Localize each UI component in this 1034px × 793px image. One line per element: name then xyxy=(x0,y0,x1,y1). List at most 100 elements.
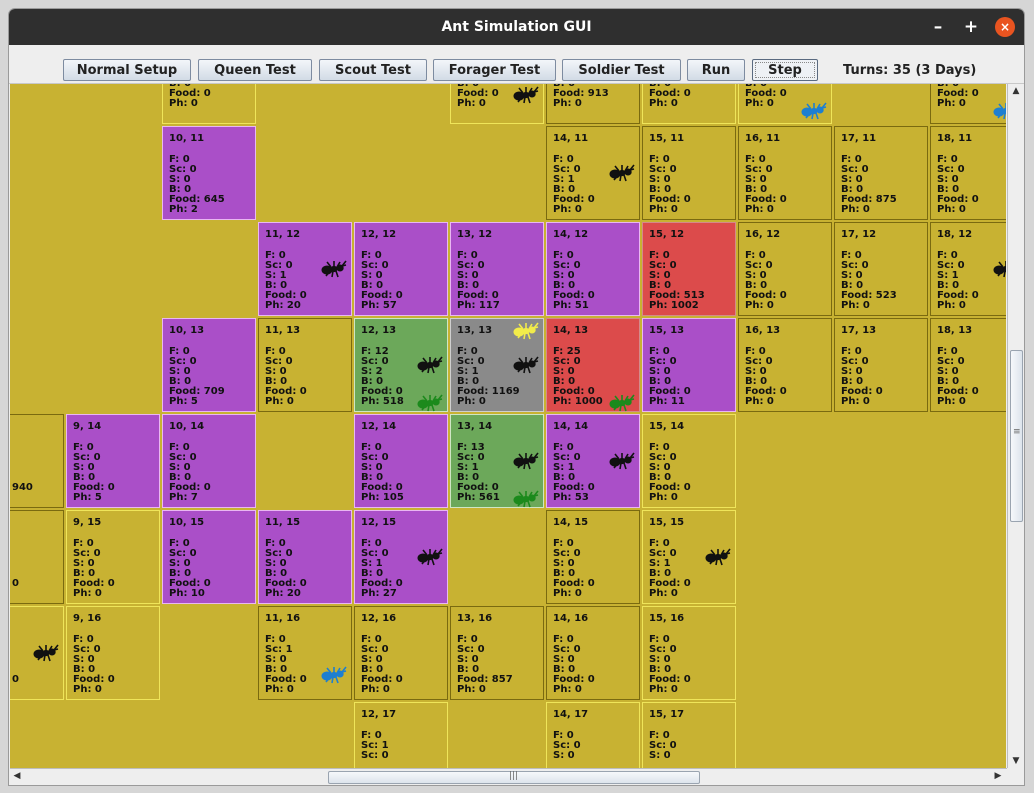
grid-cell[interactable]: 13, 13 F: 0 Sc: 0 S: 1 B: 0 Food: 1169 Ph… xyxy=(450,318,544,412)
scroll-down-icon[interactable]: ▼ xyxy=(1009,754,1023,768)
grid-cell[interactable]: 14, 15 F: 0 Sc: 0 S: 0 B: 0 Food: 0 Ph: 0 xyxy=(546,510,640,604)
grid-cell[interactable]: 14, 14 F: 0 Sc: 0 S: 1 B: 0 Food: 0 Ph: 5… xyxy=(546,414,640,508)
grid-cell[interactable]: 11, 16 F: 0 Sc: 1 S: 0 B: 0 Food: 0 Ph: 0 xyxy=(258,606,352,700)
grid-cell[interactable]: 13, 16 F: 0 Sc: 0 S: 0 B: 0 Food: 857 Ph:… xyxy=(450,606,544,700)
cell-stats: 0 xyxy=(12,578,19,589)
grid-cell[interactable]: 15, 14 F: 0 Sc: 0 S: 0 B: 0 Food: 0 Ph: 0 xyxy=(642,414,736,508)
grid-cell[interactable]: 15, 15 F: 0 Sc: 0 S: 1 B: 0 Food: 0 Ph: 0 xyxy=(642,510,736,604)
cell-coordinates: 14, 12 xyxy=(553,229,589,240)
grid-cell[interactable]: 16, 13 F: 0 Sc: 0 S: 0 B: 0 Food: 0 Ph: 0 xyxy=(738,318,832,412)
soldier-ant-icon xyxy=(417,547,443,567)
grid-cell[interactable]: 11, 12 F: 0 Sc: 0 S: 1 B: 0 Food: 0 Ph: 2… xyxy=(258,222,352,316)
cell-coordinates: 12, 15 xyxy=(361,517,397,528)
grid-cell[interactable]: 14, 17 F: 0 Sc: 0 S: 0 xyxy=(546,702,640,768)
soldier-ant-icon xyxy=(513,85,539,105)
grid-cell[interactable]: 12, 17 F: 0 Sc: 1 Sc: 0 xyxy=(354,702,448,768)
grid-cell[interactable]: 15, 12 F: 0 Sc: 0 S: 0 B: 0 Food: 513 Ph:… xyxy=(642,222,736,316)
scout-test-button[interactable]: Scout Test xyxy=(319,59,427,81)
grid-cell[interactable]: 10, 11 F: 0 Sc: 0 S: 0 B: 0 Food: 645 Ph:… xyxy=(162,126,256,220)
cell-stats: F: 0 Sc: 0 S: 0 B: 0 Food: 0 Ph: 105 xyxy=(361,442,404,503)
grid-cell[interactable]: 18, 12 F: 0 Sc: 0 S: 1 B: 0 Food: 0 Ph: 0 xyxy=(930,222,1006,316)
grid-cell[interactable]: Sc: 1 S: 0 B: 0 Food: 0 Ph: 0 xyxy=(930,84,1006,124)
grid-cell[interactable]: 12, 16 F: 0 Sc: 0 S: 0 B: 0 Food: 0 Ph: 0 xyxy=(354,606,448,700)
normal-setup-button[interactable]: Normal Setup xyxy=(63,59,191,81)
cell-stats: Sc: 0 S: 0 B: 0 Food: 913 Ph: 0 xyxy=(553,84,609,109)
grid-cell[interactable]: 12, 14 F: 0 Sc: 0 S: 0 B: 0 Food: 0 Ph: 1… xyxy=(354,414,448,508)
queen-ant-icon xyxy=(513,321,539,341)
grid-cell[interactable]: 13, 14 F: 13 Sc: 0 S: 1 B: 0 Food: 0 Ph: … xyxy=(450,414,544,508)
grid-cell[interactable]: 15, 11 F: 0 Sc: 0 S: 0 B: 0 Food: 0 Ph: 0 xyxy=(642,126,736,220)
cell-coordinates: 17, 11 xyxy=(841,133,877,144)
maximize-button[interactable]: + xyxy=(959,9,983,45)
cell-coordinates: 15, 13 xyxy=(649,325,685,336)
grid-cell[interactable]: Sc: 0 S: 0 B: 0 Food: 913 Ph: 0 xyxy=(546,84,640,124)
grid-cell[interactable]: 14, 13 F: 25 Sc: 0 S: 0 B: 0 Food: 0 Ph: … xyxy=(546,318,640,412)
scroll-right-icon[interactable]: ▶ xyxy=(991,769,1005,783)
grid-cell[interactable]: 9, 16 F: 0 Sc: 0 S: 0 B: 0 Food: 0 Ph: 0 xyxy=(66,606,160,700)
grid-cell[interactable]: Sc: 1 S: 0 B: 0 Food: 0 Ph: 0 xyxy=(738,84,832,124)
grid-cell[interactable]: 10, 14 F: 0 Sc: 0 S: 0 B: 0 Food: 0 Ph: 7 xyxy=(162,414,256,508)
cell-stats: Sc: 0 S: 0 B: 0 Food: 0 Ph: 0 xyxy=(649,84,691,109)
cell-stats: F: 0 Sc: 0 S: 0 B: 0 Food: 0 Ph: 0 xyxy=(649,634,691,695)
cell-coordinates: 16, 13 xyxy=(745,325,781,336)
grid-cell[interactable]: 11, 15 F: 0 Sc: 0 S: 0 B: 0 Food: 0 Ph: 2… xyxy=(258,510,352,604)
grid-cell[interactable]: 12, 13 F: 12 Sc: 0 S: 2 B: 0 Food: 0 Ph: … xyxy=(354,318,448,412)
grid-cell[interactable]: 17, 12 F: 0 Sc: 0 S: 0 B: 0 Food: 523 Ph:… xyxy=(834,222,928,316)
grid-cell[interactable]: 14, 16 F: 0 Sc: 0 S: 0 B: 0 Food: 0 Ph: 0 xyxy=(546,606,640,700)
grid-cell[interactable]: 17, 11 F: 0 Sc: 0 S: 0 B: 0 Food: 875 Ph:… xyxy=(834,126,928,220)
grid-cell[interactable]: 10, 13 F: 0 Sc: 0 S: 0 B: 0 Food: 709 Ph:… xyxy=(162,318,256,412)
cell-stats: F: 0 Sc: 0 S: 0 B: 0 Food: 0 Ph: 5 xyxy=(73,442,115,503)
cell-stats: F: 0 Sc: 0 S: 1 B: 0 Food: 0 Ph: 53 xyxy=(553,442,595,503)
queen-test-button[interactable]: Queen Test xyxy=(198,59,312,81)
grid-cell[interactable]: 16, 12 F: 0 Sc: 0 S: 0 B: 0 Food: 0 Ph: 0 xyxy=(738,222,832,316)
soldier-test-button[interactable]: Soldier Test xyxy=(562,59,681,81)
close-button[interactable]: × xyxy=(995,17,1015,37)
scroll-left-icon[interactable]: ◀ xyxy=(10,769,24,783)
grid-cell[interactable]: 940 xyxy=(10,414,64,508)
grid-cell[interactable]: 10, 15 F: 0 Sc: 0 S: 0 B: 0 Food: 0 Ph: 1… xyxy=(162,510,256,604)
cell-stats: F: 0 Sc: 0 S: 0 B: 0 Food: 0 Ph: 51 xyxy=(553,250,595,311)
step-button[interactable]: Step xyxy=(752,59,818,81)
grid-cell[interactable]: 12, 15 F: 0 Sc: 0 S: 1 B: 0 Food: 0 Ph: 2… xyxy=(354,510,448,604)
cell-coordinates: 14, 16 xyxy=(553,613,589,624)
cell-coordinates: 13, 12 xyxy=(457,229,493,240)
grid-cell[interactable]: 9, 15 F: 0 Sc: 0 S: 0 B: 0 Food: 0 Ph: 0 xyxy=(66,510,160,604)
cell-coordinates: 12, 14 xyxy=(361,421,397,432)
grid-cell[interactable]: 9, 14 F: 0 Sc: 0 S: 0 B: 0 Food: 0 Ph: 5 xyxy=(66,414,160,508)
grid-cell[interactable]: 13, 12 F: 0 Sc: 0 S: 0 B: 0 Food: 0 Ph: 1… xyxy=(450,222,544,316)
grid-cell[interactable]: Sc: 0 S: 0 B: 0 Food: 0 Ph: 0 xyxy=(162,84,256,124)
grid-cell[interactable]: 15, 13 F: 0 Sc: 0 S: 0 B: 0 Food: 0 Ph: 1… xyxy=(642,318,736,412)
scroll-up-icon[interactable]: ▲ xyxy=(1009,84,1023,98)
grid-cell[interactable]: 0 xyxy=(10,510,64,604)
grid-cell[interactable]: 16, 11 F: 0 Sc: 0 S: 0 B: 0 Food: 0 Ph: 0 xyxy=(738,126,832,220)
grid-cell[interactable]: 15, 17 F: 0 Sc: 0 S: 0 xyxy=(642,702,736,768)
grid-cell[interactable]: 0 xyxy=(10,606,64,700)
cell-coordinates: 11, 13 xyxy=(265,325,301,336)
grid-cell[interactable]: 18, 11 F: 0 Sc: 0 S: 0 B: 0 Food: 0 Ph: 0 xyxy=(930,126,1006,220)
horizontal-scroll-thumb[interactable]: ||| xyxy=(328,771,700,784)
soldier-ant-icon xyxy=(609,163,635,183)
forager-test-button[interactable]: Forager Test xyxy=(433,59,556,81)
grid-cell[interactable]: 17, 13 F: 0 Sc: 0 S: 0 B: 0 Food: 0 Ph: 0 xyxy=(834,318,928,412)
vertical-scrollbar[interactable]: ▲ ≡ ▼ xyxy=(1007,84,1024,768)
grid-cell[interactable]: Sc: 0 S: 0 B: 0 Food: 0 Ph: 0 xyxy=(642,84,736,124)
grid-cell[interactable]: 18, 13 F: 0 Sc: 0 S: 0 B: 0 Food: 0 Ph: 0 xyxy=(930,318,1006,412)
soldier-ant-icon xyxy=(321,259,347,279)
grid-cell[interactable]: 11, 13 F: 0 Sc: 0 S: 0 B: 0 Food: 0 Ph: 0 xyxy=(258,318,352,412)
forager-ant-icon xyxy=(513,489,539,509)
grid-cell[interactable]: 14, 11 F: 0 Sc: 0 S: 1 B: 0 Food: 0 Ph: 0 xyxy=(546,126,640,220)
grid-cell[interactable]: 15, 16 F: 0 Sc: 0 S: 0 B: 0 Food: 0 Ph: 0 xyxy=(642,606,736,700)
minimize-button[interactable]: – xyxy=(926,9,950,45)
cell-coordinates: 18, 13 xyxy=(937,325,973,336)
vertical-scroll-thumb[interactable]: ≡ xyxy=(1010,350,1023,522)
cell-stats: F: 0 Sc: 0 S: 0 B: 0 Food: 0 Ph: 0 xyxy=(73,634,115,695)
grid-cell[interactable]: Sc: 0 S: 1 B: 0 Food: 0 Ph: 0 xyxy=(450,84,544,124)
grid-cell[interactable]: 14, 12 F: 0 Sc: 0 S: 0 B: 0 Food: 0 Ph: 5… xyxy=(546,222,640,316)
grid-cell[interactable]: 12, 12 F: 0 Sc: 0 S: 0 B: 0 Food: 0 Ph: 5… xyxy=(354,222,448,316)
cell-stats: F: 0 Sc: 0 S: 0 xyxy=(649,730,677,761)
cell-stats: F: 0 Sc: 0 S: 0 B: 0 Food: 0 Ph: 0 xyxy=(937,154,979,215)
run-button[interactable]: Run xyxy=(687,59,745,81)
cell-coordinates: 16, 12 xyxy=(745,229,781,240)
horizontal-scrollbar[interactable]: ◀ ||| ▶ xyxy=(10,768,1007,785)
cell-stats: F: 0 Sc: 0 S: 0 B: 0 Food: 0 Ph: 0 xyxy=(937,346,979,407)
